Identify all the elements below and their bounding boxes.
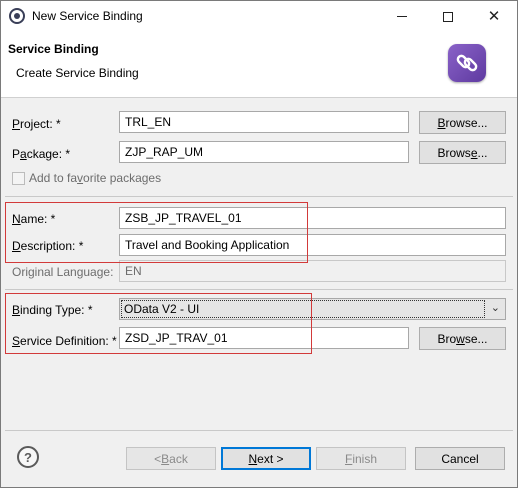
service-binding-link-icon: [448, 44, 486, 82]
description-label: Description: *: [12, 239, 84, 253]
minimize-icon: [397, 16, 407, 17]
add-to-favorites-row: Add to favorite packages: [12, 171, 161, 185]
binding-type-label: Binding Type: *: [12, 303, 93, 317]
minimize-button[interactable]: [379, 1, 425, 32]
close-icon: ✕: [487, 7, 501, 25]
service-definition-field[interactable]: ZSD_JP_TRAV_01: [119, 327, 409, 349]
next-button[interactable]: Next >: [221, 447, 311, 470]
original-language-field: EN: [119, 260, 506, 282]
project-label: Project: *: [12, 117, 61, 131]
service-definition-label: Service Definition: *: [12, 334, 117, 348]
package-browse-button[interactable]: Brows e...: [419, 141, 506, 164]
package-field[interactable]: ZJP_RAP_UM: [119, 141, 409, 163]
maximize-icon: [443, 11, 453, 22]
finish-button[interactable]: Finish: [316, 447, 406, 470]
wizard-subtitle: Create Service Binding: [16, 66, 139, 80]
separator: [5, 196, 513, 197]
title-bar: New Service Binding ✕: [1, 1, 517, 32]
back-button[interactable]: < Back: [126, 447, 216, 470]
name-field[interactable]: ZSB_JP_TRAVEL_01: [119, 207, 506, 229]
project-browse-button[interactable]: Browse...: [419, 111, 506, 134]
original-language-label: Original Language:: [12, 265, 114, 279]
separator: [5, 289, 513, 290]
description-field[interactable]: Travel and Booking Application: [119, 234, 506, 256]
add-to-favorites-label: Add to favorite packages: [29, 171, 162, 185]
add-to-favorites-checkbox[interactable]: [12, 171, 25, 185]
name-label: Name: *: [12, 212, 56, 226]
cancel-button[interactable]: Cancel: [415, 447, 505, 470]
window-title: New Service Binding: [32, 9, 143, 23]
separator: [5, 430, 513, 431]
wizard-header: Service Binding Create Service Binding: [1, 32, 517, 98]
service-definition-browse-button[interactable]: Bro w se...: [419, 327, 506, 350]
wizard-title: Service Binding: [8, 42, 99, 56]
eclipse-app-icon: [9, 8, 25, 24]
binding-type-value: OData V2 - UI: [124, 302, 200, 316]
package-label: Package: *: [12, 147, 71, 161]
project-field[interactable]: TRL_EN: [119, 111, 409, 133]
close-button[interactable]: ✕: [471, 1, 517, 32]
binding-type-select[interactable]: OData V2 - UI ⌄: [119, 298, 506, 320]
chevron-down-icon: ⌄: [490, 301, 500, 314]
new-service-binding-dialog: New Service Binding ✕ Service Binding Cr…: [0, 0, 518, 488]
help-icon[interactable]: ?: [17, 446, 39, 468]
maximize-button[interactable]: [425, 1, 471, 32]
